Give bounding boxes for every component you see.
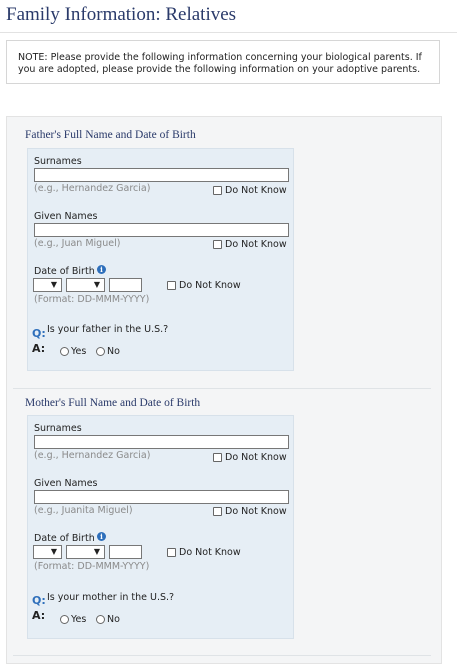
mother-dob-day-select[interactable]: ▼	[33, 545, 62, 559]
chevron-down-icon: ▼	[50, 547, 57, 556]
title-divider	[0, 32, 457, 33]
mother-dob-year-input[interactable]	[109, 545, 142, 559]
father-surnames-do-not-know-checkbox[interactable]	[213, 186, 222, 195]
mother-surnames-label: Surnames	[34, 423, 82, 434]
father-given-names-label: Given Names	[34, 211, 98, 222]
father-surnames-do-not-know-label: Do Not Know	[225, 185, 287, 196]
mother-given-names-hint: (e.g., Juanita Miguel)	[34, 505, 133, 516]
mother-given-names-do-not-know-label: Do Not Know	[225, 506, 287, 517]
father-question-text: Is your father in the U.S.?	[47, 324, 169, 335]
mother-in-us-no-radio[interactable]	[96, 615, 105, 624]
mother-answer-marker: A:	[32, 609, 46, 622]
mother-in-us-yes-label: Yes	[71, 614, 87, 625]
father-in-us-no-label: No	[107, 346, 120, 357]
section-divider	[13, 655, 431, 656]
mother-dob-month-select[interactable]: ▼	[66, 545, 105, 559]
mother-surnames-do-not-know-checkbox[interactable]	[213, 453, 222, 462]
mother-question-marker: Q:	[32, 594, 46, 607]
father-dob-do-not-know-label: Do Not Know	[179, 280, 241, 291]
father-given-names-input[interactable]	[34, 223, 289, 237]
page-title: Family Information: Relatives	[6, 4, 237, 25]
mother-dob-label: Date of Birth	[34, 533, 95, 544]
father-given-names-do-not-know-checkbox[interactable]	[213, 240, 222, 249]
mother-section-title: Mother's Full Name and Date of Birth	[25, 397, 201, 409]
chevron-down-icon: ▼	[50, 280, 57, 289]
father-dob-label: Date of Birth	[34, 266, 95, 277]
mother-dob-do-not-know-checkbox[interactable]	[167, 548, 176, 557]
father-dob-year-input[interactable]	[109, 278, 142, 292]
father-in-us-no-radio[interactable]	[96, 347, 105, 356]
chevron-down-icon: ▼	[93, 547, 100, 556]
father-surnames-label: Surnames	[34, 156, 82, 167]
mother-in-us-yes-radio[interactable]	[60, 615, 69, 624]
mother-panel: Surnames (e.g., Hernandez Garcia) Do Not…	[27, 415, 294, 639]
father-dob-month-select[interactable]: ▼	[66, 278, 105, 292]
mother-question-text: Is your mother in the U.S.?	[47, 592, 175, 603]
mother-surnames-input[interactable]	[34, 435, 289, 449]
mother-given-names-do-not-know-checkbox[interactable]	[213, 507, 222, 516]
father-panel: Surnames (e.g., Hernandez Garcia) Do Not…	[27, 148, 294, 371]
note-box: NOTE: Please provide the following infor…	[6, 40, 440, 84]
mother-surnames-hint: (e.g., Hernandez Garcia)	[34, 450, 151, 461]
father-dob-format-hint: (Format: DD-MMM-YYYY)	[34, 294, 150, 305]
section-divider	[13, 388, 431, 389]
mother-given-names-label: Given Names	[34, 478, 98, 489]
father-answer-marker: A:	[32, 342, 46, 355]
father-given-names-do-not-know-label: Do Not Know	[225, 239, 287, 250]
mother-given-names-input[interactable]	[34, 490, 289, 504]
mother-surnames-do-not-know-label: Do Not Know	[225, 452, 287, 463]
father-in-us-yes-radio[interactable]	[60, 347, 69, 356]
mother-dob-format-hint: (Format: DD-MMM-YYYY)	[34, 561, 150, 572]
chevron-down-icon: ▼	[93, 280, 100, 289]
father-question-marker: Q:	[32, 327, 46, 340]
info-icon[interactable]: i	[97, 532, 106, 541]
father-given-names-hint: (e.g., Juan Miguel)	[34, 238, 121, 249]
info-icon[interactable]: i	[97, 265, 106, 274]
father-dob-do-not-know-checkbox[interactable]	[167, 281, 176, 290]
relatives-form-container: Father's Full Name and Date of Birth Sur…	[6, 116, 442, 664]
father-surnames-input[interactable]	[34, 168, 289, 182]
father-section-title: Father's Full Name and Date of Birth	[25, 129, 196, 141]
father-surnames-hint: (e.g., Hernandez Garcia)	[34, 183, 151, 194]
father-dob-day-select[interactable]: ▼	[33, 278, 62, 292]
mother-in-us-no-label: No	[107, 614, 120, 625]
father-in-us-yes-label: Yes	[71, 346, 87, 357]
mother-dob-do-not-know-label: Do Not Know	[179, 547, 241, 558]
